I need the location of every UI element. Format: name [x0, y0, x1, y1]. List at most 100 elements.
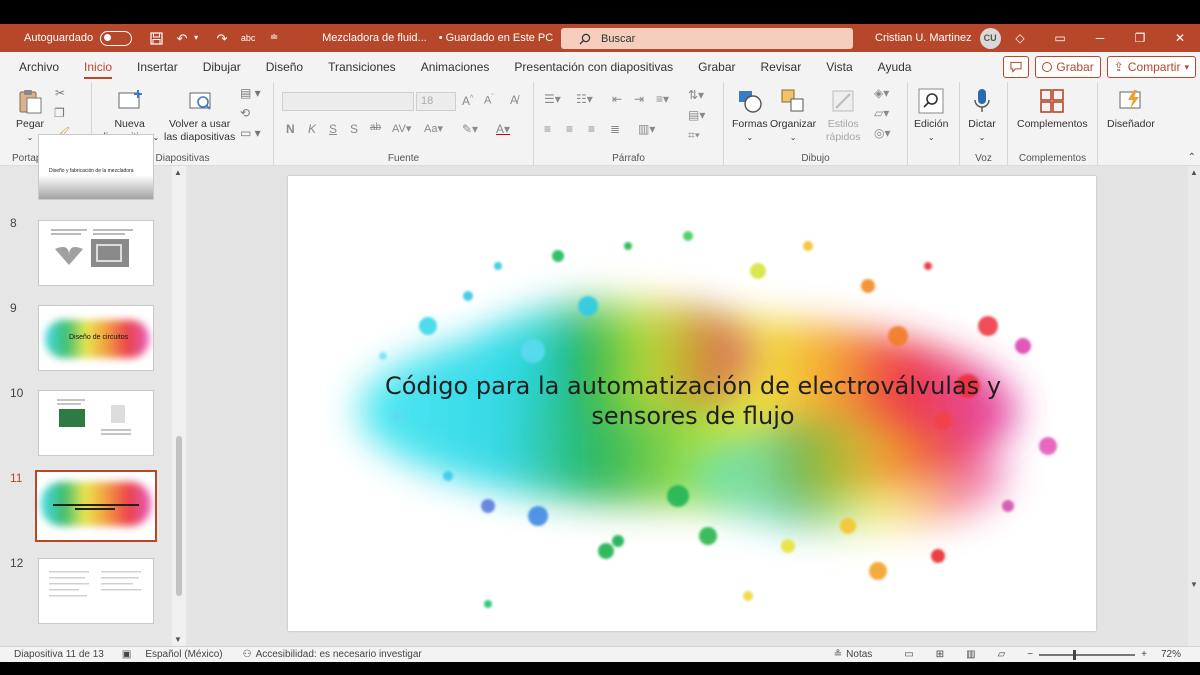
- spellcheck-icon[interactable]: ▣: [122, 649, 131, 660]
- font-name-box[interactable]: [282, 92, 414, 111]
- underline-icon[interactable]: S: [329, 122, 337, 136]
- dictate-button[interactable]: Dictar ⌄: [968, 87, 996, 144]
- thumbnails-scrollbar[interactable]: ▲ ▼: [172, 166, 186, 646]
- arrange-button[interactable]: Organizar ⌄: [770, 87, 816, 144]
- restore-icon[interactable]: ❐: [1120, 28, 1160, 48]
- slide-thumbnail-11[interactable]: [35, 470, 157, 542]
- current-slide[interactable]: Código para la automatización de electro…: [288, 176, 1096, 631]
- section-icon[interactable]: ▭ ▾: [240, 126, 261, 140]
- reset-icon[interactable]: ⟲: [240, 106, 250, 120]
- font-color-icon[interactable]: A▾: [496, 122, 510, 136]
- slide-sorter-icon[interactable]: ⊞: [936, 649, 944, 660]
- share-button[interactable]: ⇪ Compartir ▾: [1106, 56, 1196, 78]
- shapes-button[interactable]: Formas ⌄: [732, 87, 768, 144]
- align-text-icon[interactable]: ▤▾: [688, 108, 705, 122]
- bold-icon[interactable]: N: [286, 122, 295, 136]
- reuse-slides-button[interactable]: Volver a usar las diapositivas: [164, 87, 235, 144]
- smartart-icon[interactable]: ⌗▾: [688, 128, 700, 143]
- slide-thumbnails-pane[interactable]: Diseño y fabricación de la mezcladora 8 …: [0, 134, 188, 646]
- tab-insertar[interactable]: Insertar: [137, 52, 178, 82]
- avatar[interactable]: CU: [979, 27, 1001, 49]
- comments-button[interactable]: [1003, 56, 1030, 78]
- scroll-down-icon[interactable]: ▼: [174, 635, 182, 644]
- undo-dropdown-icon[interactable]: ▾: [186, 28, 206, 48]
- redo-icon[interactable]: ↷: [212, 28, 232, 48]
- ribbon-display-options-icon[interactable]: ▭: [1040, 28, 1080, 48]
- save-icon[interactable]: [146, 28, 166, 48]
- slide-title[interactable]: Código para la automatización de electro…: [348, 371, 1038, 431]
- shadow-icon[interactable]: S: [350, 122, 358, 136]
- slide-thumbnail-10[interactable]: [38, 390, 154, 456]
- addins-button[interactable]: Complementos: [1017, 87, 1088, 131]
- slide-thumbnail-12[interactable]: [38, 558, 154, 624]
- shrink-font-icon[interactable]: Aˇ: [484, 94, 494, 107]
- tab-presentacion[interactable]: Presentación con diapositivas: [514, 52, 673, 82]
- quick-styles-button[interactable]: Estilos rápidos: [826, 87, 860, 144]
- slideshow-icon[interactable]: ▱: [998, 649, 1006, 660]
- tab-ayuda[interactable]: Ayuda: [878, 52, 912, 82]
- line-spacing-icon[interactable]: ≡▾: [656, 92, 669, 106]
- zoom-slider[interactable]: [1039, 649, 1136, 660]
- slide-thumbnail-7[interactable]: Diseño y fabricación de la mezcladora: [38, 134, 154, 200]
- zoom-level[interactable]: 72%: [1161, 649, 1181, 660]
- columns-icon[interactable]: ▥▾: [638, 122, 655, 136]
- tab-vista[interactable]: Vista: [826, 52, 852, 82]
- shape-effects-icon[interactable]: ◎▾: [874, 126, 891, 140]
- align-right-icon[interactable]: ≡: [588, 122, 595, 136]
- justify-icon[interactable]: ≣: [610, 122, 620, 136]
- reading-view-icon[interactable]: ▥: [966, 649, 975, 660]
- change-case-icon[interactable]: Aa▾: [424, 122, 443, 135]
- scroll-up-icon[interactable]: ▲: [1190, 168, 1198, 177]
- italic-icon[interactable]: K: [308, 122, 316, 136]
- accessibility-status[interactable]: Accesibilidad: es necesario investigar: [256, 649, 422, 660]
- autosave[interactable]: Autoguardado: [24, 30, 133, 46]
- premium-diamond-icon[interactable]: ◇: [1000, 28, 1040, 48]
- tab-inicio[interactable]: Inicio: [84, 52, 113, 82]
- collapse-ribbon-icon[interactable]: ⌃: [1188, 152, 1196, 163]
- tab-dibujar[interactable]: Dibujar: [203, 52, 241, 82]
- tab-transiciones[interactable]: Transiciones: [328, 52, 396, 82]
- font-size-box[interactable]: 18: [416, 92, 456, 111]
- zoom-out-icon[interactable]: −: [1027, 649, 1033, 660]
- tab-grabar[interactable]: Grabar: [698, 52, 735, 82]
- record-button[interactable]: Grabar: [1035, 56, 1101, 78]
- copy-icon[interactable]: ❐: [54, 106, 65, 120]
- decrease-indent-icon[interactable]: ⇤: [612, 92, 622, 106]
- slide-thumbnail-8[interactable]: [38, 220, 154, 286]
- bullets-icon[interactable]: ☰▾: [544, 92, 561, 106]
- autosave-toggle[interactable]: [100, 30, 133, 46]
- layout-icon[interactable]: ▤ ▾: [240, 86, 261, 100]
- scroll-up-icon[interactable]: ▲: [174, 168, 182, 177]
- scroll-down-icon[interactable]: ▼: [1190, 580, 1198, 589]
- shape-outline-icon[interactable]: ▱▾: [874, 106, 889, 120]
- tab-animaciones[interactable]: Animaciones: [421, 52, 490, 82]
- customize-toolbar-icon[interactable]: ≐: [264, 28, 284, 48]
- minimize-icon[interactable]: ─: [1080, 28, 1120, 48]
- align-center-icon[interactable]: ≡: [566, 122, 573, 136]
- clear-format-icon[interactable]: A̸: [510, 93, 518, 107]
- increase-indent-icon[interactable]: ⇥: [634, 92, 644, 106]
- editing-button[interactable]: Edición ⌄: [914, 87, 948, 144]
- vertical-scrollbar[interactable]: ▲ ▼: [1188, 166, 1200, 646]
- shape-fill-icon[interactable]: ◈▾: [874, 86, 889, 100]
- highlight-icon[interactable]: ✎▾: [462, 122, 478, 136]
- designer-button[interactable]: Diseñador: [1107, 87, 1155, 131]
- user-account[interactable]: Cristian U. Martinez CU: [875, 24, 1001, 52]
- slide-thumbnail-9[interactable]: Diseño de circuitos: [38, 305, 154, 371]
- tab-diseno[interactable]: Diseño: [266, 52, 303, 82]
- close-icon[interactable]: ✕: [1160, 28, 1200, 48]
- zoom-slider-handle[interactable]: [1073, 649, 1077, 660]
- align-left-icon[interactable]: ≡: [544, 122, 551, 136]
- char-spacing-icon[interactable]: AV▾: [392, 122, 411, 135]
- tab-revisar[interactable]: Revisar: [761, 52, 802, 82]
- numbering-icon[interactable]: ☷▾: [576, 92, 593, 106]
- scrollbar-thumb[interactable]: [176, 436, 182, 596]
- grow-font-icon[interactable]: A^: [462, 94, 473, 108]
- slide-editing-area[interactable]: Código para la automatización de electro…: [188, 166, 1200, 646]
- normal-view-icon[interactable]: ▭: [904, 649, 913, 660]
- notes-button[interactable]: Notas: [846, 649, 872, 660]
- language[interactable]: Español (México): [145, 649, 222, 660]
- cut-icon[interactable]: ✂: [55, 86, 65, 100]
- spelling-icon[interactable]: abc: [238, 28, 258, 48]
- strikethrough-icon[interactable]: ab: [370, 122, 381, 133]
